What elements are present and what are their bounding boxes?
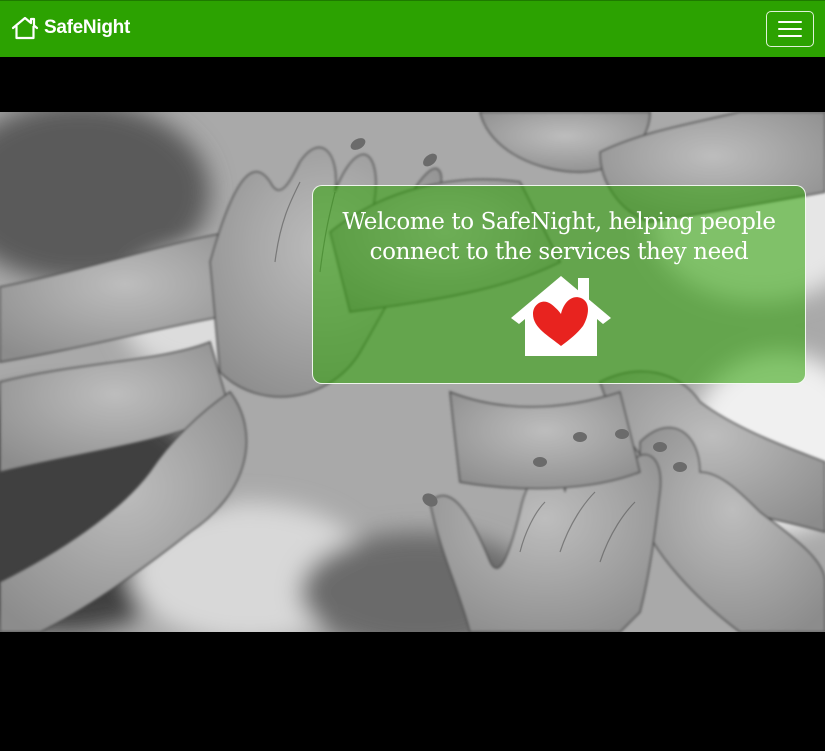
menu-toggle-button[interactable] [766, 11, 814, 47]
welcome-card: Welcome to SafeNight, helping people con… [312, 185, 806, 384]
welcome-heading: Welcome to SafeNight, helping people con… [342, 209, 776, 265]
hamburger-menu-icon [778, 21, 802, 23]
navbar: SafeNight [0, 0, 825, 57]
hero-section: Welcome to SafeNight, helping people con… [0, 112, 825, 632]
brand-link[interactable]: SafeNight [11, 16, 130, 40]
house-icon [11, 16, 39, 40]
brand-name: SafeNight [44, 17, 130, 38]
house-heart-icon [511, 276, 611, 356]
